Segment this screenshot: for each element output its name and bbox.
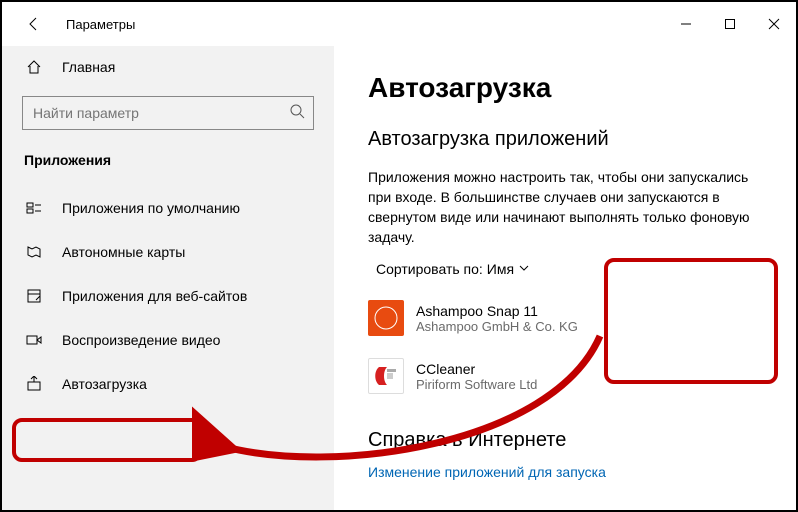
home-icon [26,59,48,75]
sidebar-home-label: Главная [48,59,115,75]
sidebar-item-label: Воспроизведение видео [48,332,220,348]
app-icon-ashampoo [368,300,404,336]
app-row: CCleaner Piriform Software Ltd [368,349,796,403]
sort-row[interactable]: Сортировать по: Имя [368,261,796,277]
sidebar: Главная Приложения Приложения по умолчан… [2,46,334,510]
startup-icon [26,376,48,392]
titlebar: Параметры [2,2,796,46]
sidebar-item-label: Приложения для веб-сайтов [48,288,247,304]
sidebar-item-default-apps[interactable]: Приложения по умолчанию [2,186,334,230]
main-content: Автозагрузка Автозагрузка приложений При… [334,46,796,510]
sidebar-item-label: Автозагрузка [48,376,147,392]
sidebar-section-label: Приложения [2,144,334,186]
app-publisher: Ashampoo GmbH & Co. KG [416,319,606,334]
default-apps-icon [26,200,48,216]
sidebar-item-web-apps[interactable]: Приложения для веб-сайтов [2,274,334,318]
search-input-wrap[interactable] [22,96,314,130]
back-button[interactable] [20,10,48,38]
video-icon [26,332,48,348]
minimize-button[interactable] [664,2,708,46]
sidebar-item-label: Автономные карты [48,244,185,260]
close-button[interactable] [752,2,796,46]
sidebar-item-label: Приложения по умолчанию [48,200,240,216]
help-title: Справка в Интернете [368,429,796,452]
map-icon [26,244,48,260]
sidebar-item-offline-maps[interactable]: Автономные карты [2,230,334,274]
window-title: Параметры [66,17,135,32]
app-name: Ashampoo Snap 11 [416,303,606,319]
app-publisher: Piriform Software Ltd [416,377,606,392]
sidebar-item-startup[interactable]: Автозагрузка [2,362,334,406]
section-subtitle: Автозагрузка приложений [368,128,796,151]
app-row: Ashampoo Snap 11 Ashampoo GmbH & Co. KG [368,291,796,345]
page-title: Автозагрузка [368,72,796,104]
search-icon [289,103,305,124]
section-description: Приложения можно настроить так, чтобы он… [368,167,768,247]
sort-value: Имя [487,261,514,277]
chevron-down-icon [518,261,530,277]
sidebar-item-video[interactable]: Воспроизведение видео [2,318,334,362]
app-name: CCleaner [416,361,606,377]
app-icon-ccleaner [368,358,404,394]
sidebar-home[interactable]: Главная [2,48,334,86]
maximize-button[interactable] [708,2,752,46]
web-apps-icon [26,288,48,304]
help-link[interactable]: Изменение приложений для запуска [368,464,796,480]
search-input[interactable] [33,105,289,121]
sort-label: Сортировать по: [376,261,483,277]
